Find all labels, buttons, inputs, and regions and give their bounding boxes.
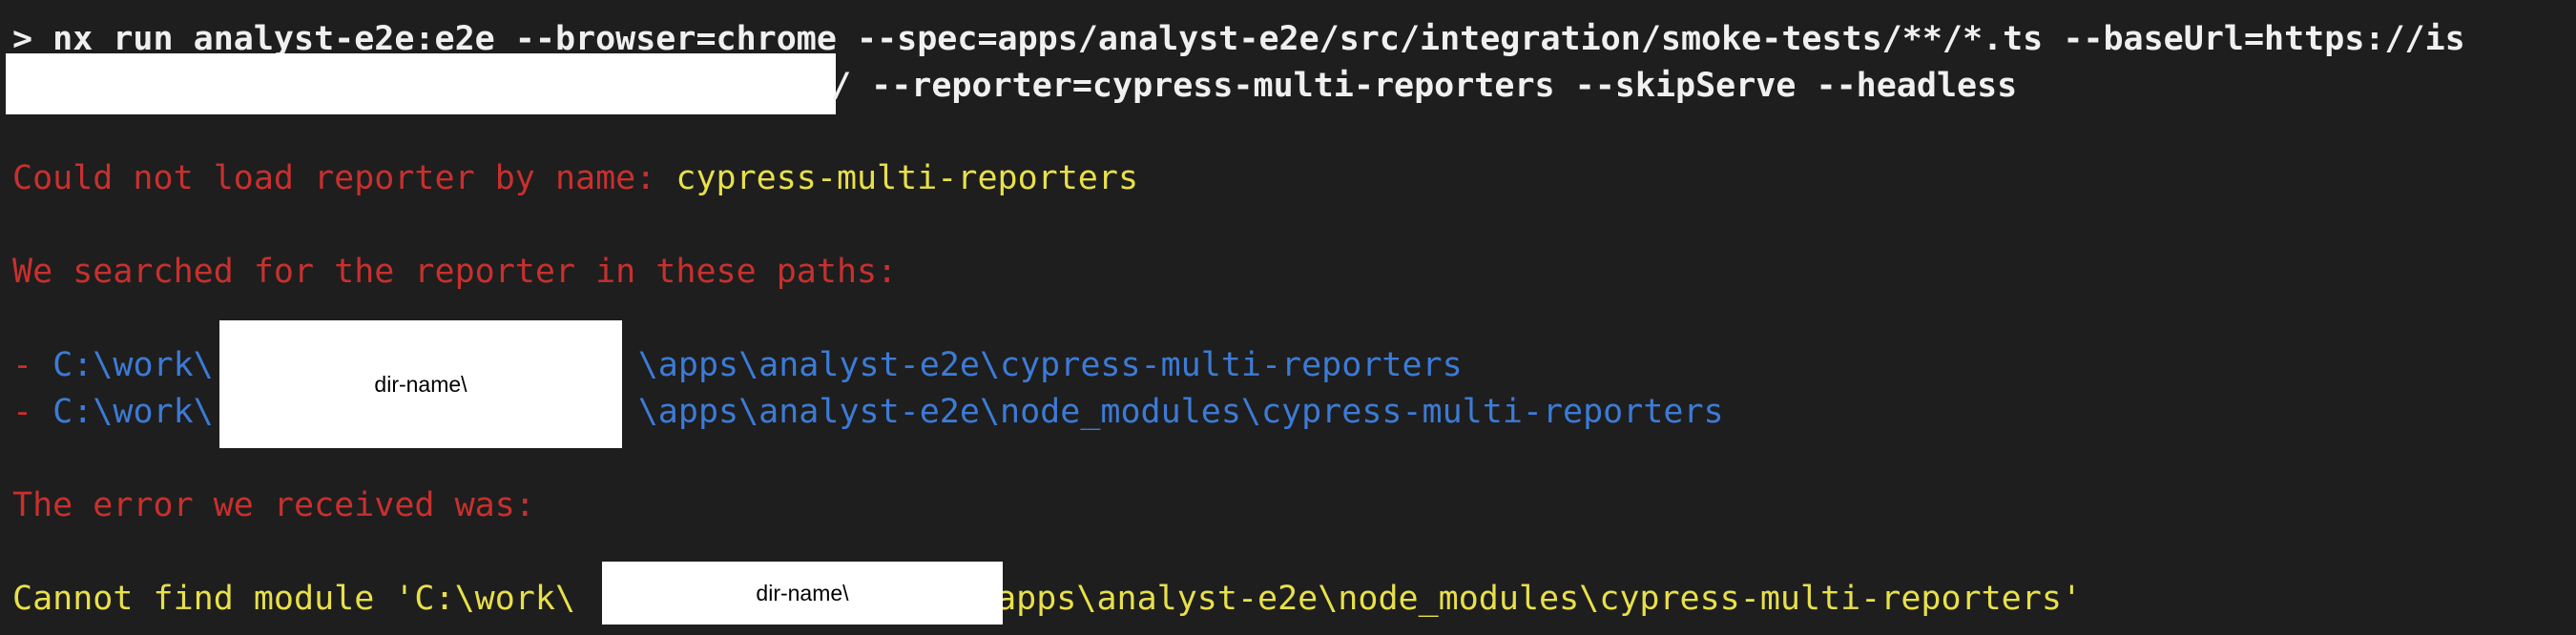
path-1-end: \apps\analyst-e2e\cypress-multi-reporter…: [637, 346, 1463, 384]
searched-message: We searched for the reporter in these pa…: [12, 253, 898, 291]
command-line-2: / --reporter=cypress-multi-reporters --s…: [831, 67, 2018, 105]
redaction-box-dir-name-2: dir-name\: [602, 562, 1003, 625]
path-bullet: -: [12, 393, 53, 431]
path-bullet: -: [12, 346, 53, 384]
path-2-end: \apps\analyst-e2e\node_modules\cypress-m…: [637, 393, 1724, 431]
cannot-find-end: \apps\analyst-e2e\node_modules\cypress-m…: [976, 580, 2082, 618]
redaction-box-url: [6, 53, 836, 114]
reporter-error-prefix: Could not load reporter by name:: [12, 159, 676, 197]
cannot-find-line: Cannot find module 'C:\work\ \apps\analys…: [12, 576, 2082, 623]
reporter-name: cypress-multi-reporters: [675, 159, 1139, 197]
redaction-box-dir-name: dir-name\: [219, 320, 622, 448]
path-2-start: C:\work\: [52, 393, 214, 431]
cannot-find-start: Cannot find module 'C:\work\: [12, 580, 576, 618]
received-message: The error we received was:: [12, 486, 535, 524]
path-1-start: C:\work\: [52, 346, 214, 384]
reporter-error-line: Could not load reporter by name: cypress…: [12, 155, 1138, 202]
